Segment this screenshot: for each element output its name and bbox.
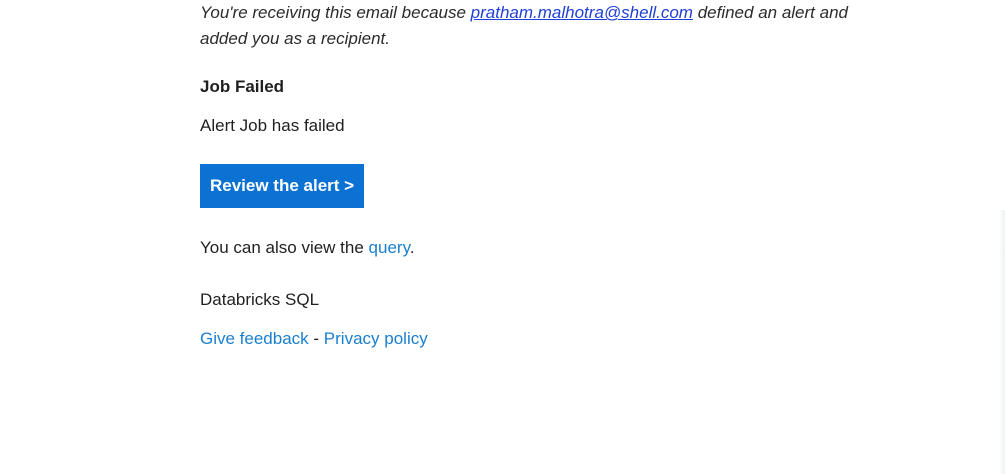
alert-message: Alert Job has failed — [200, 116, 345, 135]
footer-links: Give feedback - Privacy policy — [200, 328, 428, 350]
view-query-prefix: You can also view the — [200, 238, 369, 257]
product-name: Databricks SQL — [200, 290, 320, 309]
give-feedback-link[interactable]: Give feedback — [200, 329, 309, 348]
view-query-suffix: . — [409, 238, 415, 257]
query-link[interactable]: query — [369, 238, 410, 257]
link-separator: - — [308, 329, 324, 348]
window-edge-shadow — [999, 210, 1005, 474]
intro-prefix: You're receiving this email because — [200, 3, 471, 22]
privacy-policy-link[interactable]: Privacy policy — [324, 329, 428, 348]
email-page: You're receiving this email because prat… — [0, 0, 1005, 474]
recipient-notice: You're receiving this email because prat… — [200, 0, 880, 52]
review-alert-button[interactable]: Review the alert > — [200, 164, 365, 208]
alert-heading: Job Failed — [200, 77, 285, 96]
sender-email-link[interactable]: pratham.malhotra@shell.com — [471, 3, 693, 22]
email-body: You're receiving this email because prat… — [200, 0, 880, 348]
view-query-line: You can also view the query. — [200, 237, 415, 259]
